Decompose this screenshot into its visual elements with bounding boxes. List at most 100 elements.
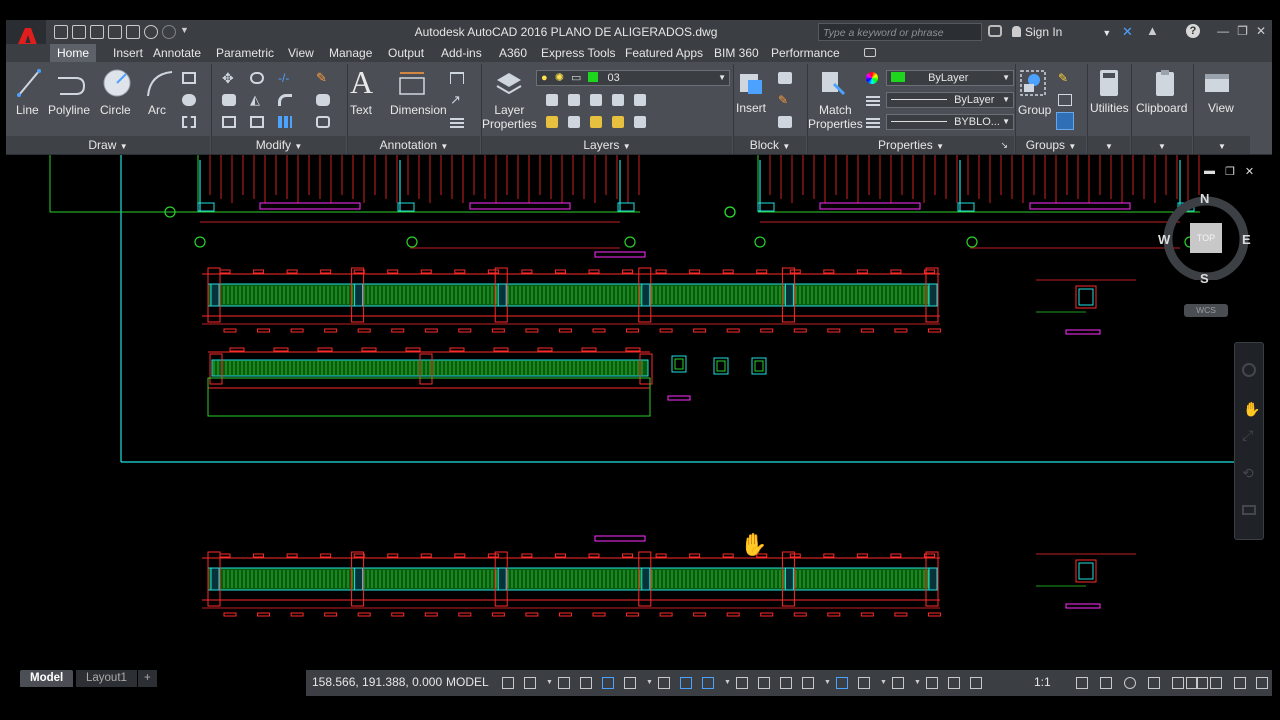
selection-filter-menu-icon[interactable]: ▼	[880, 677, 887, 689]
explode-icon[interactable]	[316, 94, 330, 106]
object-snap-menu-icon[interactable]: ▼	[724, 677, 731, 689]
tab-a360[interactable]: A360	[492, 44, 534, 62]
leader-icon[interactable]: ↗	[450, 93, 464, 106]
annotation-scale[interactable]: 1:1	[1034, 675, 1051, 689]
restore-icon[interactable]: ❐	[1237, 24, 1248, 38]
edit-block-icon[interactable]: ✎	[778, 94, 792, 106]
utilities-button[interactable]: Utilities	[1090, 101, 1129, 115]
layer-properties-button[interactable]: Layer Properties	[482, 103, 537, 131]
mirror-icon[interactable]: ◭	[250, 93, 264, 106]
selection-cycling-icon[interactable]	[780, 677, 792, 689]
orbit-icon[interactable]: ⟲	[1242, 465, 1254, 482]
block-panel-title[interactable]: Block ▼	[734, 136, 806, 154]
ungroup-icon[interactable]: ✎	[1058, 72, 1072, 84]
infer-icon[interactable]	[558, 677, 570, 689]
text-button[interactable]: Text	[350, 103, 372, 117]
layer-tool-icon[interactable]	[546, 116, 558, 128]
zoom-extents-icon[interactable]: ⤢	[1242, 427, 1253, 444]
compass-west[interactable]: W	[1158, 232, 1170, 247]
tab-performance[interactable]: Performance	[764, 44, 847, 62]
coordinates-readout[interactable]: 158.566, 191.388, 0.000	[312, 675, 442, 689]
object-snap-icon[interactable]	[702, 677, 714, 689]
panel-launcher-icon[interactable]: ↘	[1000, 136, 1008, 154]
compass-north[interactable]: N	[1200, 191, 1209, 206]
utilities-panel-footer[interactable]: ▼	[1088, 136, 1130, 154]
layer-tool-icon[interactable]	[634, 116, 646, 128]
polyline-button[interactable]: Polyline	[48, 103, 90, 117]
view-panel-footer[interactable]: ▼	[1194, 136, 1250, 154]
move-icon[interactable]: ✥	[222, 71, 236, 85]
gizmo-menu-icon[interactable]: ▼	[914, 677, 921, 689]
table-icon[interactable]	[450, 116, 464, 128]
group-button[interactable]: Group	[1018, 103, 1051, 117]
open-file-icon[interactable]	[72, 25, 86, 39]
snap-menu-icon[interactable]: ▼	[546, 677, 553, 689]
save-icon[interactable]	[90, 25, 104, 39]
sign-in-button[interactable]: Sign In ▼	[1012, 25, 1111, 39]
stretch-icon[interactable]	[222, 116, 236, 128]
fillet-icon[interactable]	[278, 94, 292, 106]
layer-tool-icon[interactable]	[568, 116, 580, 128]
layers-panel-title[interactable]: Layers ▼	[482, 136, 732, 154]
tab-annotate[interactable]: Annotate	[146, 44, 208, 62]
erase-icon[interactable]: ✎	[316, 71, 330, 84]
modify-panel-title[interactable]: Modify ▼	[212, 136, 346, 154]
dynamic-ucs-icon[interactable]	[836, 677, 848, 689]
lineweight-icon[interactable]	[736, 677, 748, 689]
grid-icon[interactable]	[502, 677, 514, 689]
layer-tool-icon[interactable]	[612, 116, 624, 128]
isodraft-icon[interactable]	[658, 677, 670, 689]
annotation-visibility-icon[interactable]	[926, 677, 938, 689]
gizmo-icon[interactable]	[892, 677, 904, 689]
color-dropdown[interactable]: ByLayer ▼	[886, 70, 1014, 86]
polar-menu-icon[interactable]: ▼	[646, 677, 653, 689]
layer-tool-icon[interactable]	[546, 94, 558, 106]
exchange-apps-icon[interactable]: ✕	[1122, 25, 1135, 38]
viewport-restore-icon[interactable]: ❐	[1225, 165, 1235, 178]
workspace-icon[interactable]	[1076, 677, 1088, 689]
compass-south[interactable]: S	[1200, 271, 1209, 286]
auto-scale-icon[interactable]	[948, 677, 960, 689]
minimize-icon[interactable]: —	[1217, 24, 1229, 38]
clipboard-panel-footer[interactable]: ▼	[1132, 136, 1192, 154]
3d-osnap-icon[interactable]	[802, 677, 814, 689]
undo-icon[interactable]	[144, 25, 158, 39]
close-icon[interactable]: ✕	[1256, 24, 1266, 38]
compass-east[interactable]: E	[1242, 232, 1251, 247]
clipboard-button[interactable]: Clipboard	[1136, 101, 1187, 115]
viewport-close-icon[interactable]: ✕	[1245, 165, 1254, 178]
linetype-dropdown[interactable]: ByLayer ▼	[886, 92, 1014, 108]
showmotion-icon[interactable]	[1242, 505, 1256, 515]
copy-icon[interactable]	[222, 94, 236, 106]
wcs-menu[interactable]: WCS	[1184, 304, 1228, 317]
units-icon[interactable]	[1234, 677, 1246, 689]
array-icon[interactable]	[278, 116, 292, 128]
properties-panel-title[interactable]: Properties ▼ ↘	[808, 136, 1014, 154]
redo-icon[interactable]	[162, 25, 176, 39]
snap-icon[interactable]	[524, 677, 536, 689]
circle-button[interactable]: Circle	[100, 103, 131, 117]
transparency-icon[interactable]	[758, 677, 770, 689]
group-select-icon[interactable]	[1056, 112, 1074, 130]
drawing-canvas[interactable]	[0, 155, 1280, 667]
hardware-acceleration-icon[interactable]	[1148, 677, 1160, 689]
tab-add-ins[interactable]: Add-ins	[434, 44, 489, 62]
scale-icon[interactable]	[250, 116, 264, 128]
dimension-button[interactable]: Dimension	[390, 103, 447, 117]
layer-tool-icon[interactable]	[590, 116, 602, 128]
quick-properties-icon[interactable]	[1256, 677, 1268, 689]
tab-express-tools[interactable]: Express Tools	[534, 44, 622, 62]
ribbon-minimize-icon[interactable]	[864, 48, 876, 57]
new-file-icon[interactable]	[54, 25, 68, 39]
layer-tool-icon[interactable]	[634, 94, 646, 106]
new-layout-button[interactable]: +	[138, 670, 157, 687]
tab-featured-apps[interactable]: Featured Apps	[618, 44, 710, 62]
offset-icon[interactable]	[316, 116, 330, 128]
draw-panel-title[interactable]: Draw ▼	[6, 136, 210, 154]
tab-model[interactable]: Model	[20, 670, 74, 687]
clean-screen-icon[interactable]	[1172, 677, 1184, 689]
rotate-icon[interactable]	[250, 72, 264, 84]
layer-tool-icon[interactable]	[568, 94, 580, 106]
isolate-objects-icon[interactable]	[1124, 677, 1136, 689]
insert-button[interactable]: Insert	[736, 101, 766, 115]
